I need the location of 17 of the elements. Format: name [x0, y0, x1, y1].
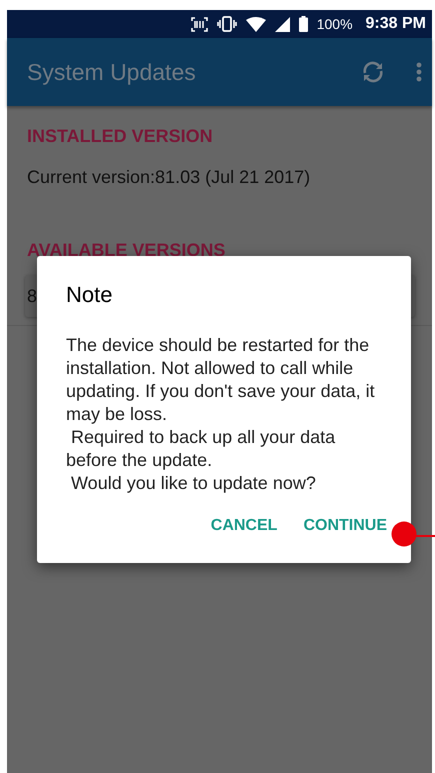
section-heading: INSTALLED VERSION — [27, 126, 214, 147]
battery-icon — [298, 16, 308, 32]
signal-icon — [274, 16, 290, 32]
wifi-icon — [246, 16, 266, 32]
dialog-button[interactable]: CONTINUE — [299, 509, 391, 543]
dialog-button[interactable]: CANCEL — [206, 509, 282, 543]
touch-point-marker — [391, 521, 435, 547]
battery-percentage: 100% — [316, 16, 353, 32]
clock-time: 9:38 PM — [366, 15, 426, 33]
scanner-icon — [190, 16, 208, 32]
version-text: Current version:81.03 (Jul 21 2017) — [27, 167, 312, 188]
more-options-icon[interactable] — [416, 62, 422, 82]
app-title: System Updates — [27, 58, 197, 86]
dialog-message: The device should be restarted for the installation. Not allowed to call while updating. If you don't save your data, it may be loss. Required to back up all your data before the update. Would you like to update now? — [66, 334, 375, 495]
dialog-title: Note — [66, 282, 114, 308]
section-heading: AVAILABLE VERSIONS — [27, 240, 226, 261]
vibrate-icon — [216, 16, 237, 32]
